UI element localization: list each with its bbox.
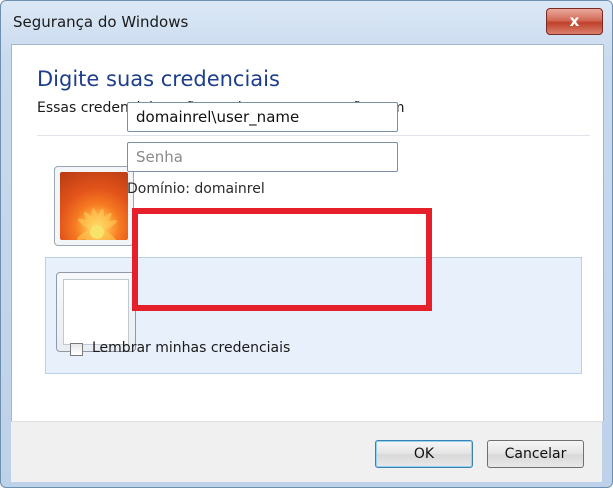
password-field[interactable]: Senha [127, 142, 398, 172]
username-field[interactable]: domainrel\user_name [127, 102, 398, 132]
close-button[interactable]: x [546, 8, 603, 35]
cancel-button[interactable]: Cancelar [487, 440, 584, 468]
title-bar[interactable]: Segurança do Windows x [1, 1, 612, 41]
credentials-dialog: Segurança do Windows x Digite suas crede… [0, 0, 613, 488]
domain-label: Domínio: domainrel [127, 181, 265, 197]
blank-account-picture [63, 279, 129, 345]
dialog-footer: OK Cancelar [11, 421, 602, 482]
close-icon: x [569, 12, 580, 30]
account-tile-saved[interactable] [54, 166, 134, 246]
flower-account-icon [60, 172, 128, 240]
dialog-heading: Digite suas credenciais [37, 67, 280, 91]
separator [37, 135, 590, 136]
remember-label[interactable]: Lembrar minhas credenciais [92, 340, 290, 356]
ok-button[interactable]: OK [375, 440, 473, 468]
window-title: Segurança do Windows [13, 13, 189, 31]
remember-checkbox[interactable] [70, 343, 83, 356]
highlight-box [132, 208, 432, 311]
